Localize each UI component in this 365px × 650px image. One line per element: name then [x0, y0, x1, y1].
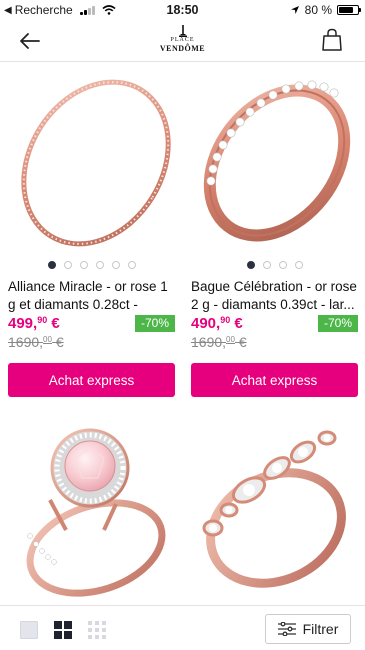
old-price-cents: 00: [43, 335, 52, 344]
price-currency: €: [47, 315, 60, 332]
dense-grid-view-icon[interactable]: [88, 621, 106, 639]
express-buy-button[interactable]: Achat express: [8, 363, 175, 397]
old-price-main: 1690,: [8, 334, 44, 350]
shopping-bag-icon[interactable]: [321, 28, 343, 52]
product-title[interactable]: Alliance Miracle - or rose 1 g et diaman…: [8, 278, 175, 314]
sliders-icon: [277, 622, 296, 636]
product-title[interactable]: Bague Célébration - or rose 2 g - diaman…: [191, 278, 358, 314]
app-header: PLACE VENDÔME: [0, 20, 365, 62]
old-price-currency: €: [51, 334, 64, 350]
old-price-currency: €: [234, 334, 247, 350]
image-pagination-dots[interactable]: [191, 261, 358, 269]
discount-badge: -70%: [317, 315, 358, 332]
battery-icon: [337, 5, 361, 15]
pagination-dot[interactable]: [127, 261, 136, 269]
battery-percent: 80 %: [304, 3, 332, 17]
price-main: 490,: [191, 315, 221, 332]
image-pagination-dots[interactable]: [8, 261, 175, 269]
filter-label: Filtrer: [302, 621, 339, 637]
express-buy-button[interactable]: Achat express: [191, 363, 358, 397]
pagination-dot[interactable]: [111, 261, 120, 269]
status-bar: ◀ Recherche 18:50 80 %: [0, 0, 365, 20]
product-image-marquise-ring[interactable]: [191, 418, 358, 603]
pagination-dot[interactable]: [95, 261, 104, 269]
bottom-toolbar: Filtrer: [0, 605, 365, 650]
product-price: 499,90 €: [8, 315, 60, 332]
pagination-dot[interactable]: [262, 261, 271, 269]
filter-button[interactable]: Filtrer: [265, 614, 351, 644]
old-price-main: 1690,: [191, 334, 227, 350]
price-cents: 90: [37, 315, 48, 325]
product-image-halo-ring[interactable]: [8, 418, 175, 603]
old-price: 1690,00 €: [191, 334, 247, 350]
logo-text-top: PLACE: [170, 37, 195, 43]
price-currency: €: [230, 315, 243, 332]
pagination-dot[interactable]: [79, 261, 88, 269]
location-arrow-icon: [290, 6, 299, 14]
price-main: 499,: [8, 315, 38, 332]
column-monument-icon: [178, 25, 187, 37]
old-price: 1690,00 €: [8, 334, 64, 350]
product-price: 490,90 €: [191, 315, 243, 332]
battery-level: [339, 7, 354, 13]
back-arrow-icon[interactable]: [18, 29, 42, 53]
product-image-thin-eternity-ring[interactable]: [8, 63, 175, 248]
discount-badge: -70%: [134, 315, 175, 332]
pagination-dot[interactable]: [294, 261, 303, 269]
pagination-dot[interactable]: [63, 261, 72, 269]
logo-text-bottom: VENDÔME: [159, 44, 206, 53]
price-cents: 90: [220, 315, 231, 325]
old-price-cents: 00: [226, 335, 235, 344]
pagination-dot[interactable]: [246, 261, 255, 269]
list-view-icon[interactable]: [20, 621, 38, 639]
grid-view-icon[interactable]: [54, 621, 72, 639]
pagination-dot[interactable]: [47, 261, 56, 269]
brand-logo[interactable]: PLACE VENDÔME: [150, 25, 215, 58]
product-image-half-eternity-ring[interactable]: [191, 63, 358, 248]
pagination-dot[interactable]: [278, 261, 287, 269]
